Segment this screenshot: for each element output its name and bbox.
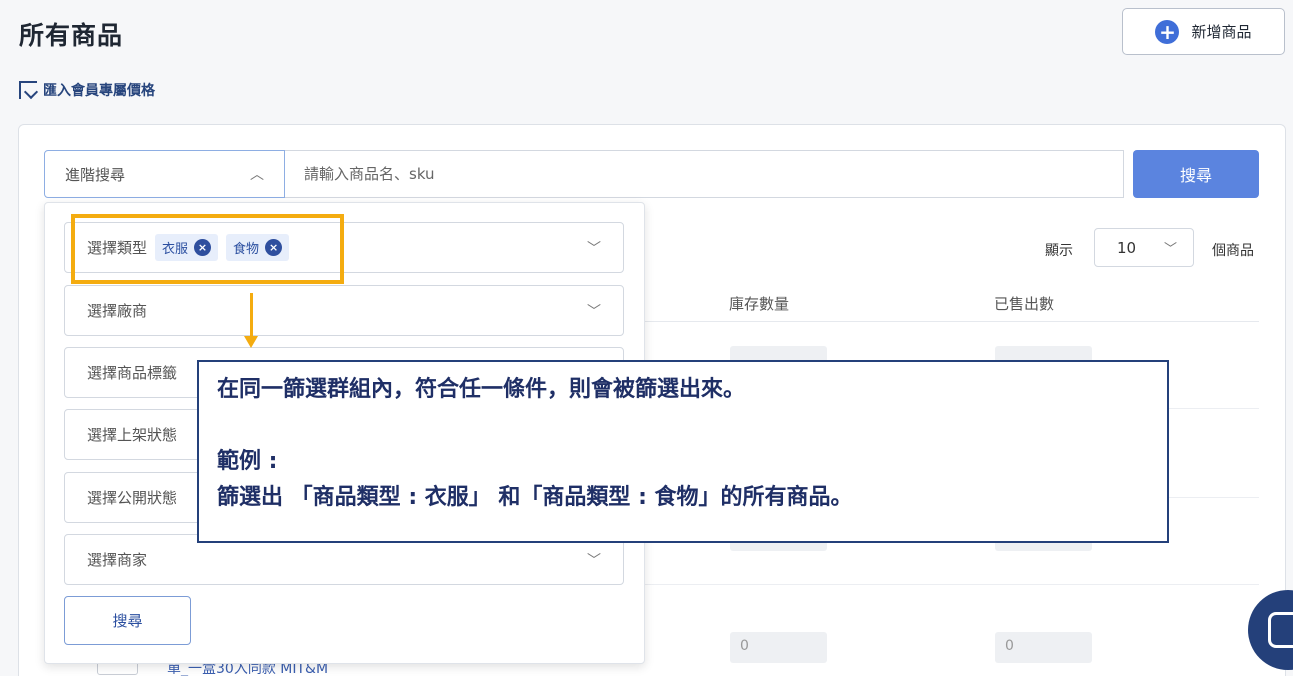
plus-icon: +	[1155, 19, 1180, 44]
advanced-search-toggle[interactable]: 進階搜尋 ︿	[44, 150, 285, 198]
annotation-arrow-shaft	[250, 293, 253, 340]
stock-cell[interactable]: 0	[730, 632, 827, 663]
callout-line-1: 在同一篩選群組內，符合任一條件，則會被篩選出來。	[217, 377, 746, 402]
callout-line-2: 範例 :	[217, 449, 278, 474]
close-icon[interactable]: ×	[265, 239, 283, 256]
panel-search-button[interactable]: 搜尋	[64, 596, 191, 645]
annotation-arrow-head	[244, 336, 258, 348]
filter-chip: 衣服 ×	[155, 234, 219, 261]
sold-cell[interactable]: 0	[995, 632, 1092, 663]
callout-line-3: 篩選出 「商品類型 : 衣服」 和「商品類型 : 食物」的所有商品。	[217, 485, 853, 510]
chevron-down-icon: ﹀	[587, 552, 601, 569]
import-link-label: 匯入會員專屬價格	[43, 83, 155, 99]
unit-label: 個商品	[1212, 243, 1254, 259]
chevron-down-icon: ﹀	[587, 303, 601, 320]
close-icon[interactable]: ×	[194, 239, 212, 256]
column-header-stock: 庫存數量	[729, 295, 790, 313]
filter-chip: 食物 ×	[226, 234, 290, 261]
page-size-value: 10	[1117, 238, 1137, 257]
chevron-down-icon: ﹀	[587, 240, 601, 257]
chip-label: 衣服	[162, 242, 189, 257]
add-product-label: 新增商品	[1191, 23, 1252, 41]
search-button[interactable]: 搜尋	[1133, 150, 1259, 198]
shelf-status-filter-label: 選擇上架狀態	[87, 426, 178, 444]
column-header-sold: 已售出數	[994, 295, 1055, 313]
annotation-callout: 在同一篩選群組內，符合任一條件，則會被篩選出來。 範例 : 篩選出 「商品類型 …	[197, 360, 1169, 543]
show-label: 顯示	[1045, 243, 1073, 259]
tag-filter-label: 選擇商品標籤	[87, 364, 178, 382]
search-input[interactable]	[285, 150, 1124, 198]
type-filter-label: 選擇類型	[87, 239, 148, 257]
import-icon	[19, 81, 37, 99]
import-member-price-link[interactable]: 匯入會員專屬價格	[19, 80, 155, 100]
merchant-filter-label: 選擇商家	[87, 551, 148, 569]
vendor-filter-select[interactable]: 選擇廠商 ﹀	[64, 285, 624, 336]
public-status-filter-label: 選擇公開狀態	[87, 489, 178, 507]
page-size-select[interactable]: 10 ﹀	[1094, 228, 1194, 267]
vendor-filter-label: 選擇廠商	[87, 302, 148, 320]
add-product-button[interactable]: + 新增商品	[1122, 8, 1285, 55]
chevron-up-icon: ︿	[250, 167, 264, 183]
page-title: 所有商品	[19, 21, 124, 50]
table-header-divider	[645, 321, 1259, 322]
type-filter-select[interactable]: 選擇類型 衣服 × 食物 × ﹀	[64, 222, 624, 273]
advanced-search-label: 進階搜尋	[65, 165, 126, 184]
chip-label: 食物	[233, 242, 260, 257]
chevron-down-icon: ﹀	[1163, 242, 1177, 257]
row-divider	[645, 584, 1259, 585]
